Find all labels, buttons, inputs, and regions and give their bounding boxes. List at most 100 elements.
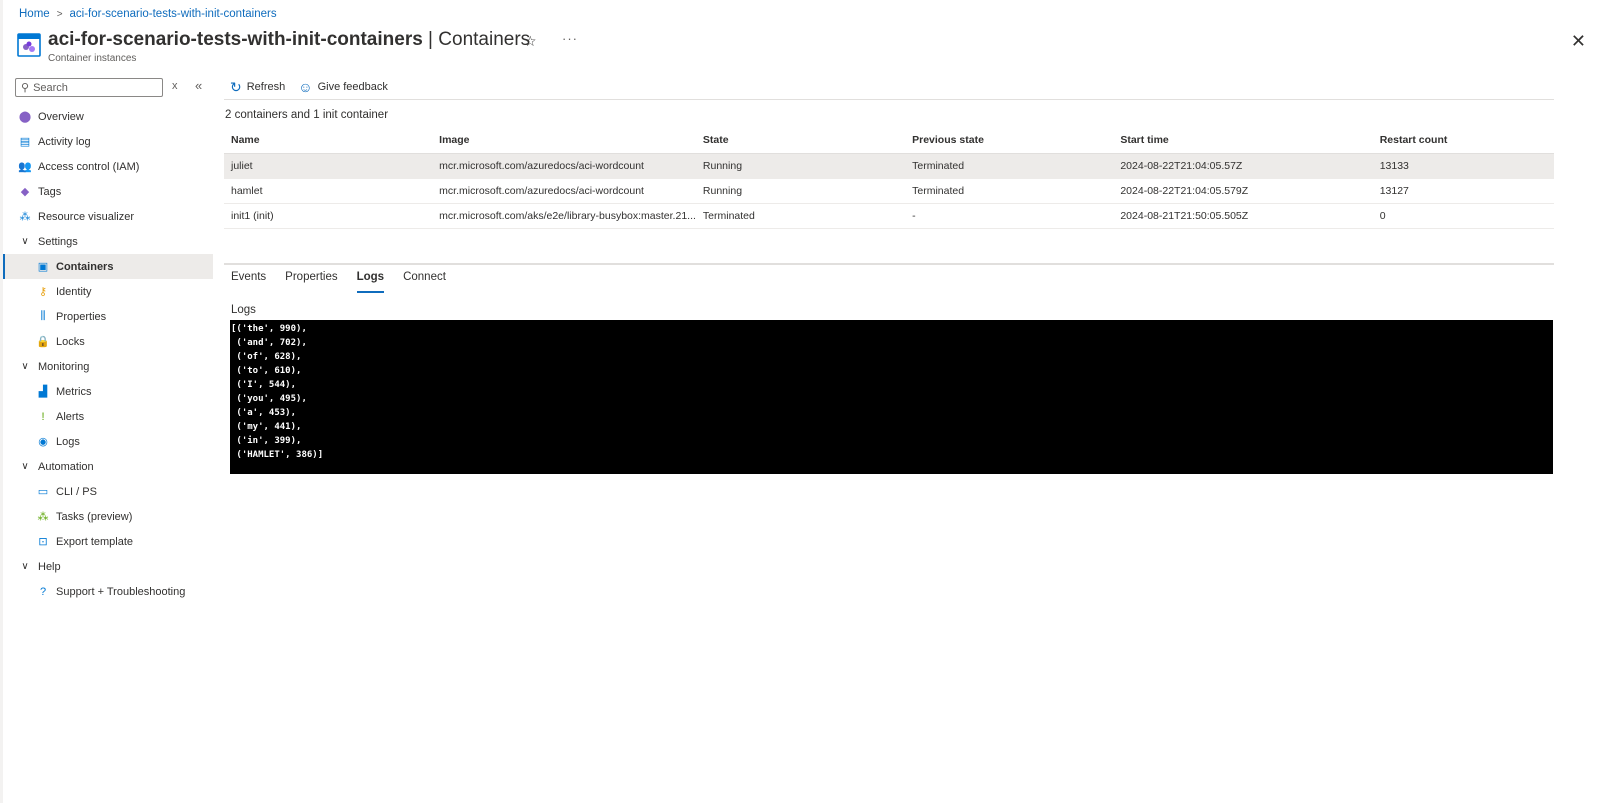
table-cell: 13127 [1372,178,1554,204]
column-header[interactable]: Previous state [905,128,1114,154]
sidebar-item-overview[interactable]: ⬤ Overview [3,104,213,129]
metrics-icon: ▟ [38,386,48,398]
sidebar-item-label: CLI / PS [56,485,97,498]
section-divider [224,263,1554,265]
lock-icon: 🔒 [36,336,50,348]
sidebar-item-settings[interactable]: ∨ Settings [3,229,213,254]
logs-icon: ◉ [38,436,48,448]
sidebar-item-activity-log[interactable]: ▤ Activity log [3,129,213,154]
refresh-button[interactable]: ↻ Refresh [230,79,285,96]
sidebar-item-label: Overview [38,110,84,123]
chevron-down-icon: ∨ [21,461,29,472]
sidebar-item-label: Properties [56,310,107,323]
sidebar-item-export-template[interactable]: ⊡ Export template [3,529,213,554]
column-header[interactable]: State [695,128,906,154]
table-row[interactable]: juliet mcr.microsoft.com/azuredocs/aci-wo… [224,153,1554,179]
column-header[interactable]: Name [224,128,433,154]
sidebar-item-containers[interactable]: ▣ Containers [3,254,213,279]
sidebar-item-help[interactable]: ∨ Help [3,554,213,579]
chevron-down-icon: ∨ [21,236,29,247]
sidebar-item-label: Support + Troubleshooting [56,585,186,598]
sidebar-item-logs[interactable]: ◉ Logs [3,429,213,454]
table-cell: init1 (init) [224,203,433,229]
tasks-icon: ⁂ [37,511,49,523]
sidebar-item-monitoring[interactable]: ∨ Monitoring [3,354,213,379]
page-header: aci-for-scenario-tests-with-init-contain… [17,28,1600,68]
table-cell: Running [695,178,906,204]
breadcrumb-home[interactable]: Home [19,8,50,20]
sidebar-search[interactable]: ⚲ [15,78,163,97]
activity-log-icon: ▤ [19,136,31,148]
table-row[interactable]: hamlet mcr.microsoft.com/azuredocs/aci-wo… [224,178,1554,204]
sidebar-nav: ⬤ Overview ▤ Activity log 👥 Access control (I… [3,104,213,604]
feedback-label: Give feedback [317,81,388,93]
give-feedback-button[interactable]: ☺ Give feedback [298,79,388,95]
sidebar-item-locks[interactable]: 🔒 Locks [3,329,213,354]
cli-icon: ▭ [37,486,49,498]
page-title: aci-for-scenario-tests-with-init-contain… [48,29,530,51]
table-cell: 2024-08-22T21:04:05.57Z [1113,153,1373,179]
tab-logs[interactable]: Logs [356,271,385,293]
breadcrumb: Home > aci-for-scenario-tests-with-init-… [19,7,277,21]
star-icon[interactable]: ☆ [524,33,537,50]
table-cell: 2024-08-22T21:04:05.579Z [1113,178,1373,204]
sidebar-item-label: Activity log [38,135,91,148]
log-line: ('HAMLET', 386)] [231,450,324,460]
sidebar-item-label: Tags [38,185,62,198]
sidebar-item-label: Identity [56,285,92,298]
tab-properties[interactable]: Properties [285,271,337,293]
table-cell: mcr.microsoft.com/aks/e2e/library-busybo… [432,203,696,229]
column-header[interactable]: Start time [1113,128,1373,154]
detail-tabs: Events Properties Logs Connect [231,271,465,293]
sidebar-item-identity[interactable]: ⚷ Identity [3,279,213,304]
sidebar-item-metrics[interactable]: ▟ Metrics [3,379,213,404]
containers-count: 2 containers and 1 init container [225,109,389,121]
sidebar-item-alerts[interactable]: ! Alerts [3,404,213,429]
table-header-row: Name Image State Previous state Start time Re… [224,128,1554,154]
column-header[interactable]: Restart count [1372,128,1554,154]
identity-icon: ⚷ [38,286,48,298]
table-cell: mcr.microsoft.com/azuredocs/aci-wordcoun… [432,178,696,204]
table-cell: - [905,203,1114,229]
log-line: ('to', 610), [231,366,302,376]
close-icon[interactable]: ✕ [1571,31,1586,52]
resource-name: aci-for-scenario-tests-with-init-contain… [48,29,423,50]
table-cell: juliet [224,153,433,179]
sidebar-item-label: Monitoring [38,360,90,373]
log-line: ('in', 399), [231,436,302,446]
sidebar-item-tags[interactable]: ◆ Tags [3,179,213,204]
log-line: ('and', 702), [231,338,307,348]
overview-icon: ⬤ [18,111,32,123]
sidebar-item-label: Logs [56,435,80,448]
table-cell: hamlet [224,178,433,204]
sidebar-item-cli-ps[interactable]: ▭ CLI / PS [3,479,213,504]
sidebar-item-automation[interactable]: ∨ Automation [3,454,213,479]
chevron-down-icon: ∨ [21,561,29,572]
more-icon[interactable]: ··· [562,31,578,46]
table-cell: Running [695,153,906,179]
sidebar-item-properties[interactable]: ⫼ Properties [3,304,213,329]
sidebar-item-tasks-preview[interactable]: ⁂ Tasks (preview) [3,504,213,529]
feedback-icon: ☺ [298,79,313,95]
clear-search-icon[interactable]: x [172,80,178,92]
log-line: [('the', 990), [231,324,307,334]
sidebar-item-label: Locks [56,335,85,348]
toolbar-divider [224,99,1554,100]
tab-connect[interactable]: Connect [403,271,446,293]
sidebar-item-access-control-iam[interactable]: 👥 Access control (IAM) [3,154,213,179]
sidebar-item-support-troubleshooting[interactable]: ? Support + Troubleshooting [3,579,213,604]
sidebar-item-resource-visualizer[interactable]: ⁂ Resource visualizer [3,204,213,229]
chevron-right-icon: > [56,8,63,20]
table-cell: Terminated [905,178,1114,204]
column-header[interactable]: Image [432,128,696,154]
table-cell: mcr.microsoft.com/azuredocs/aci-wordcoun… [432,153,696,179]
container-instances-icon [17,33,41,57]
search-input[interactable] [33,81,144,94]
table-row[interactable]: init1 (init) mcr.microsoft.com/aks/e2e/li… [224,203,1554,229]
refresh-label: Refresh [246,81,286,93]
tab-events[interactable]: Events [231,271,266,293]
collapse-sidebar-icon[interactable]: « [195,78,202,93]
sidebar-item-label: Metrics [56,385,92,398]
breadcrumb-resource[interactable]: aci-for-scenario-tests-with-init-contain… [70,8,277,20]
page-name: Containers [438,29,531,50]
